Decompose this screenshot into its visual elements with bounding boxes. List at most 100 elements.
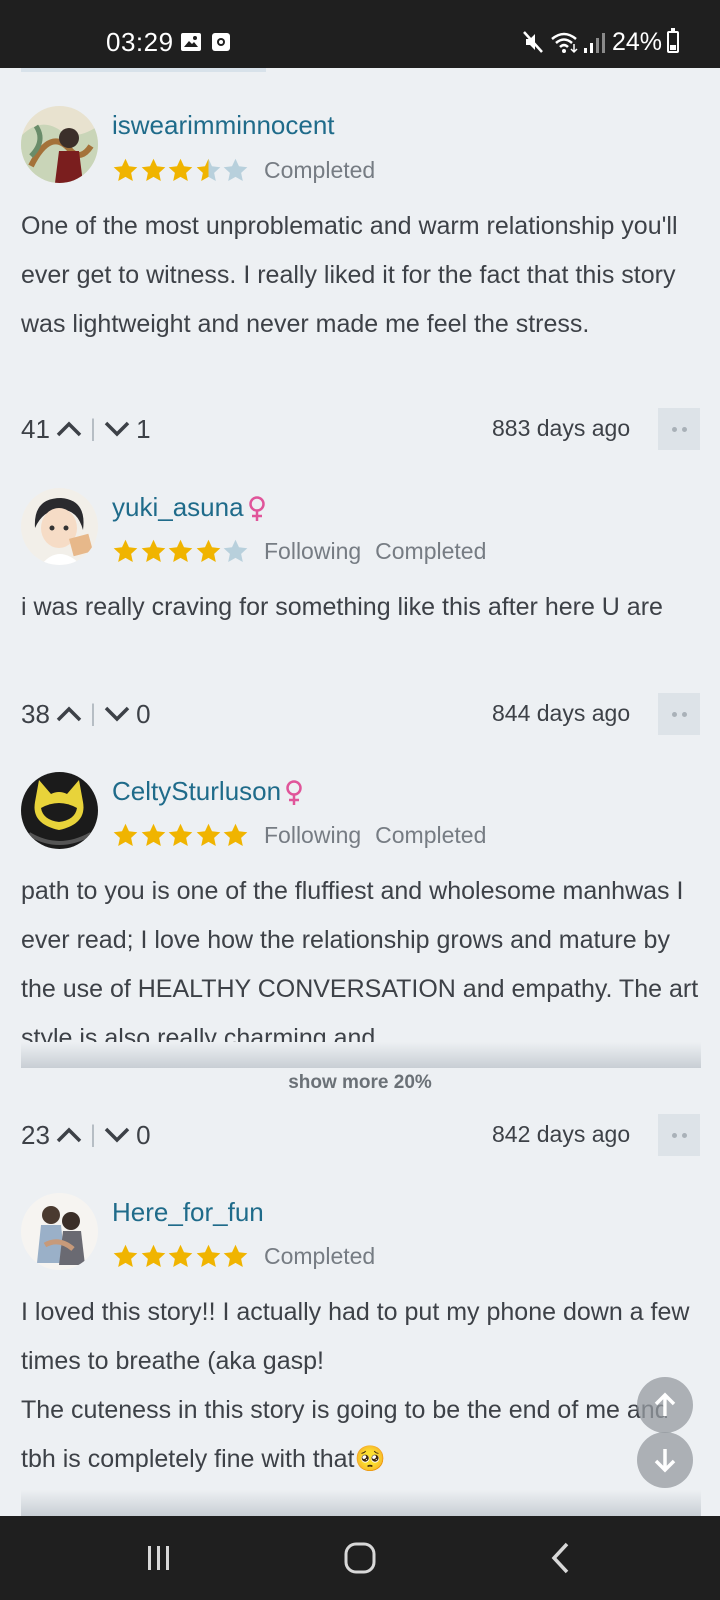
username[interactable]: yuki_asuna (112, 492, 244, 522)
star-filled-icon (168, 1244, 193, 1268)
upvote-icon[interactable] (56, 421, 82, 437)
review-text: i was really craving for something like … (21, 593, 663, 621)
rating-stars (112, 1243, 250, 1269)
upvote-count: 38 (21, 698, 50, 729)
arrow-down-icon (654, 1449, 676, 1473)
recent-apps-button[interactable] (129, 1538, 189, 1578)
upvote-icon[interactable] (56, 1127, 82, 1143)
avatar[interactable] (21, 772, 98, 849)
review-text-line2: The cuteness in this story is going to b… (21, 1396, 669, 1473)
star-filled-icon (168, 158, 193, 182)
rating-stars (112, 157, 250, 183)
star-filled-icon (113, 539, 138, 563)
navigation-bar (0, 1516, 720, 1600)
avatar[interactable] (21, 488, 98, 565)
downvote-icon[interactable] (104, 706, 130, 722)
star-filled-icon (196, 1244, 220, 1268)
scroll-up-button[interactable] (637, 1377, 693, 1433)
vote-separator: | (89, 700, 97, 727)
star-filled-icon (141, 1244, 165, 1268)
star-filled-icon (113, 158, 138, 182)
downvote-icon[interactable] (104, 1127, 130, 1143)
back-icon (551, 1542, 569, 1574)
star-filled-icon (141, 539, 165, 563)
upvote-count: 23 (21, 1119, 50, 1150)
back-button[interactable] (531, 1538, 591, 1578)
time-ago: 842 days ago (492, 1121, 631, 1147)
avatar[interactable] (21, 1193, 98, 1270)
username[interactable]: iswearimminnocent (112, 110, 335, 141)
mute-icon (523, 31, 543, 53)
star-filled-icon (196, 539, 220, 563)
notification-icon (212, 33, 230, 51)
tag-completed: Completed (264, 1243, 376, 1269)
tag-completed: Completed (375, 822, 487, 848)
downvote-count: 0 (136, 698, 151, 729)
status-tags: Completed (264, 157, 389, 184)
tag-following: Following (264, 538, 362, 564)
scroll-down-button[interactable] (637, 1432, 693, 1488)
image-icon (181, 33, 201, 51)
battery-icon (667, 28, 679, 53)
username-row: CeltySturluson (112, 776, 304, 807)
vote-bar: 23 | 0 (21, 1118, 151, 1152)
tag-following: Following (264, 822, 362, 848)
star-filled-icon (113, 823, 138, 847)
status-bar: 03:29 24% (0, 0, 720, 68)
tag-completed: Completed (264, 157, 376, 183)
time-ago: 883 days ago (492, 415, 631, 441)
pleading-face-emoji: 🥺 (354, 1445, 386, 1473)
female-icon (248, 496, 265, 522)
vote-separator: | (89, 415, 97, 442)
username[interactable]: CeltySturluson (112, 776, 281, 806)
tag-completed: Completed (375, 538, 487, 564)
star-filled-icon (168, 823, 193, 847)
star-filled-icon (113, 1244, 138, 1268)
battery-percent: 24% (612, 28, 663, 56)
status-tags: Completed (264, 1243, 389, 1270)
text-fade (21, 1490, 701, 1516)
star-filled-icon (141, 823, 165, 847)
star-filled-icon (196, 823, 220, 847)
star-filled-icon (168, 539, 193, 563)
status-tags: Following Completed (264, 538, 500, 565)
review-text-clip: path to you is one of the fluffiest and … (0, 866, 720, 1063)
upvote-count: 41 (21, 413, 50, 444)
star-half-icon (196, 158, 220, 182)
rating-stars (112, 538, 250, 564)
downvote-icon[interactable] (104, 421, 130, 437)
star-empty-icon (223, 539, 248, 563)
arrow-up-icon (654, 1392, 676, 1416)
status-tags: Following Completed (264, 822, 500, 849)
more-options-button[interactable] (658, 408, 700, 450)
reviews-list[interactable]: iswearimminnocent Completed One of the m… (0, 72, 720, 1516)
status-time: 03:29 (106, 27, 174, 57)
review-text: I loved this story!! I actually had to p… (21, 1288, 705, 1484)
upvote-icon[interactable] (56, 706, 82, 722)
female-icon (286, 780, 302, 806)
more-options-button[interactable] (658, 1114, 700, 1156)
username-row: yuki_asuna (112, 492, 267, 523)
vote-bar: 41 | 1 (21, 412, 151, 446)
signal-icon (584, 33, 605, 53)
star-filled-icon (141, 158, 165, 182)
review-text: One of the most unproblematic and warm r… (21, 212, 678, 338)
downvote-count: 0 (136, 1119, 151, 1150)
star-filled-icon (223, 823, 248, 847)
home-icon (344, 1542, 376, 1574)
show-more-link[interactable]: show more 20% (0, 1072, 720, 1094)
avatar[interactable] (21, 106, 98, 183)
recent-apps-icon (148, 1546, 169, 1570)
star-empty-icon (223, 158, 248, 182)
wifi-icon (551, 32, 578, 54)
vote-separator: | (89, 1121, 97, 1148)
more-options-button[interactable] (658, 693, 700, 735)
username[interactable]: Here_for_fun (112, 1197, 264, 1228)
home-button[interactable] (330, 1538, 390, 1578)
downvote-count: 1 (136, 413, 151, 444)
review-text-line1: I loved this story!! I actually had to p… (21, 1298, 690, 1375)
time-ago: 844 days ago (492, 700, 631, 726)
rating-stars (112, 822, 250, 848)
review-text: path to you is one of the fluffiest and … (21, 877, 699, 1052)
text-fade (21, 1042, 701, 1068)
